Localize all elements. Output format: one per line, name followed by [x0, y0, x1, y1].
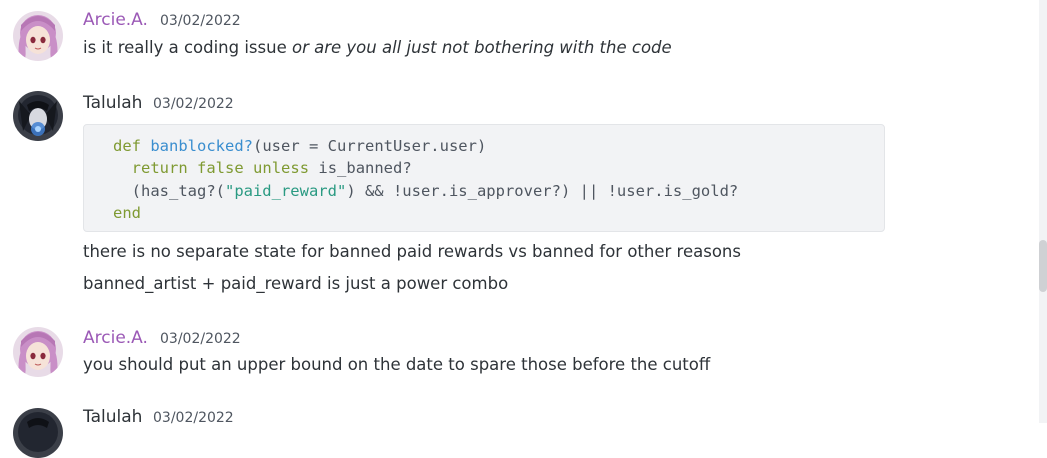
message-text: banned_artist + paid_reward is just a po…	[83, 274, 509, 293]
arcie-avatar[interactable]	[13, 11, 63, 61]
message-timestamp: 03/02/2022	[153, 410, 234, 426]
code-block: def banblocked?(user = CurrentUser.user)…	[83, 124, 885, 232]
author-name[interactable]: Talulah	[83, 93, 142, 113]
talulah-avatar[interactable]	[13, 91, 63, 141]
code-keyword: false	[197, 159, 244, 178]
arcie-avatar[interactable]	[13, 327, 63, 377]
code-keyword: return	[131, 159, 188, 178]
talulah-avatar[interactable]	[13, 408, 63, 458]
message-timestamp: 03/02/2022	[160, 331, 241, 347]
author-name[interactable]: Talulah	[83, 407, 142, 427]
code-function-name: banblocked?	[150, 137, 253, 155]
code-keyword: def	[113, 137, 141, 155]
message-text-plain: is it really a coding issue	[83, 38, 292, 57]
code-text: (has_tag?(	[113, 181, 225, 200]
message-text-italic: or are you all just not bothering with t…	[291, 38, 672, 57]
author-name[interactable]: Arcie.A.	[83, 328, 148, 348]
code-line-3: (has_tag?("paid_reward") && !user.is_app…	[113, 181, 739, 200]
code-line-2: return false unless is_banned?	[113, 159, 412, 177]
scrollbar-track[interactable]	[1039, 0, 1047, 423]
message-text: is it really a coding issue or are you a…	[83, 37, 672, 59]
code-text: ) && !user.is_approver?) || !user.is_gol…	[346, 181, 739, 200]
scrollbar-thumb[interactable]	[1039, 240, 1047, 292]
message-text: there is no separate state for banned pa…	[83, 242, 741, 261]
code-string: "paid_reward"	[224, 181, 347, 200]
code-line-1: def banblocked?(user = CurrentUser.user)	[113, 137, 486, 155]
code-keyword: unless	[253, 159, 310, 178]
author-name[interactable]: Arcie.A.	[83, 10, 148, 30]
message-timestamp: 03/02/2022	[153, 96, 234, 112]
code-line-4: end	[113, 204, 141, 222]
code-text: (user = CurrentUser.user)	[253, 137, 487, 155]
code-keyword: end	[113, 203, 141, 222]
message-text: you should put an upper bound on the dat…	[83, 355, 711, 374]
message-timestamp: 03/02/2022	[160, 13, 241, 29]
code-text: is_banned?	[309, 159, 412, 178]
